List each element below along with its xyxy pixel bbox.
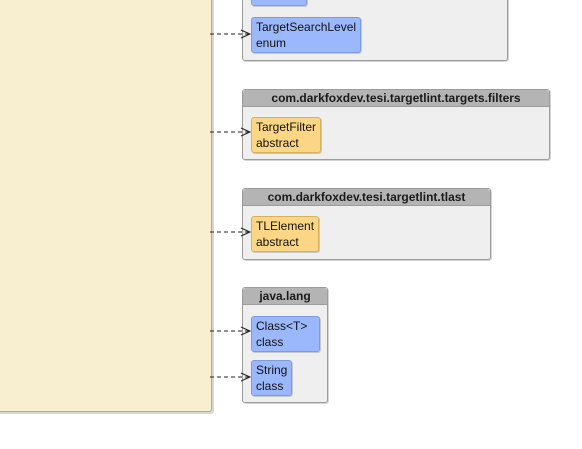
package-title: java.lang xyxy=(243,288,327,305)
class-kind: abstract xyxy=(256,136,299,150)
package-title: com.darkfoxdev.tesi.targetlint.tlast xyxy=(243,189,490,206)
class-name: String xyxy=(256,363,288,377)
class-string[interactable]: String class xyxy=(251,360,293,396)
class-kind: class xyxy=(256,379,284,393)
class-name: TargetFilter xyxy=(256,120,317,134)
class-tl-element[interactable]: TLElement abstract xyxy=(251,216,320,252)
class-kind: class xyxy=(256,335,284,349)
class-name: TargetSearchLevel xyxy=(256,20,357,34)
class-kind: abstract xyxy=(256,235,299,249)
package-tlast: com.darkfoxdev.tesi.targetlint.tlast TLE… xyxy=(242,188,491,260)
class-class-t[interactable]: Class<T> class xyxy=(251,316,320,352)
package-title: com.darkfoxdev.tesi.targetlint.targets.f… xyxy=(243,90,549,107)
class-kind: enum xyxy=(256,36,287,50)
source-class-box[interactable] xyxy=(0,0,212,412)
package-top: class TargetSearchLevel enum xyxy=(242,0,508,61)
class-name: Class<T> xyxy=(256,319,308,333)
package-filters: com.darkfoxdev.tesi.targetlint.targets.f… xyxy=(242,89,550,160)
class-partial[interactable]: class xyxy=(251,0,307,6)
class-partial-kind: class xyxy=(256,0,302,4)
package-java-lang: java.lang Class<T> class String class xyxy=(242,287,328,403)
class-target-search-level[interactable]: TargetSearchLevel enum xyxy=(251,17,362,53)
class-name: TLElement xyxy=(256,219,315,233)
class-target-filter[interactable]: TargetFilter abstract xyxy=(251,117,322,153)
